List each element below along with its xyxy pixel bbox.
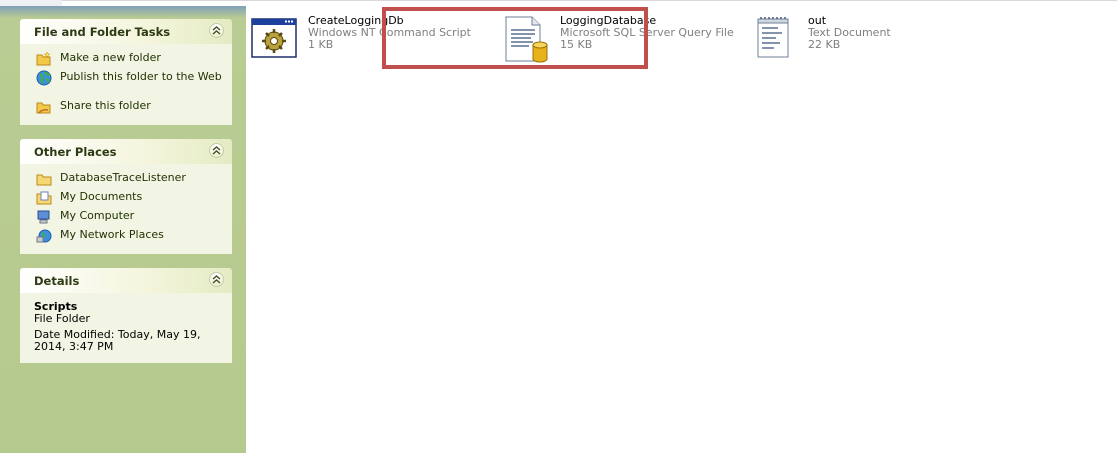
file-size: 22 KB (808, 38, 841, 51)
place-my-documents[interactable]: My Documents (20, 189, 232, 208)
details-item-type: File Folder (34, 312, 90, 325)
details-panel: Details Scripts File Folder Date Modifie… (20, 268, 232, 363)
task-label: Share this folder (60, 99, 151, 112)
place-my-network-places[interactable]: My Network Places (20, 227, 232, 246)
folder-icon (36, 174, 52, 186)
task-pane: File and Folder Tasks Make a new folder … (0, 6, 246, 453)
panel-title: Details (34, 274, 80, 288)
file-item-out[interactable]: out Text Document 22 KB (750, 15, 950, 65)
panel-title: File and Folder Tasks (34, 25, 171, 39)
my-computer-icon (37, 210, 50, 224)
highlight-box (382, 7, 648, 69)
text-document-icon (757, 17, 789, 58)
new-folder-icon (36, 51, 51, 66)
task-publish-to-web[interactable]: Publish this folder to the Web (20, 69, 232, 98)
task-share-folder[interactable]: Share this folder (20, 98, 232, 117)
collapse-chevron-icon[interactable] (209, 23, 224, 38)
my-documents-icon (36, 191, 52, 205)
other-places-panel: Other Places DatabaseTraceListener My Do… (20, 139, 232, 254)
place-label: My Network Places (60, 228, 164, 241)
details-body: Scripts File Folder Date Modified: Today… (20, 293, 232, 363)
share-folder-icon (36, 102, 51, 114)
file-size: 1 KB (308, 38, 334, 51)
details-date-modified: Date Modified: Today, May 19, 2014, 3:47… (34, 328, 201, 353)
collapse-chevron-icon[interactable] (209, 143, 224, 158)
file-folder-tasks-header[interactable]: File and Folder Tasks (20, 19, 232, 44)
publish-web-icon (36, 70, 52, 86)
other-places-header[interactable]: Other Places (20, 139, 232, 164)
other-places-body: DatabaseTraceListener My Documents My Co… (20, 164, 232, 254)
panel-title: Other Places (34, 145, 117, 159)
place-my-computer[interactable]: My Computer (20, 208, 232, 227)
network-places-icon (36, 229, 52, 243)
task-label: Publish this folder to the Web (60, 70, 222, 83)
task-make-new-folder[interactable]: Make a new folder (20, 50, 232, 69)
collapse-chevron-icon[interactable] (209, 272, 224, 287)
command-script-icon (251, 18, 297, 58)
file-folder-tasks-panel: File and Folder Tasks Make a new folder … (20, 19, 232, 125)
place-label: My Documents (60, 190, 143, 203)
file-folder-tasks-body: Make a new folder Publish this folder to… (20, 44, 232, 125)
place-label: My Computer (60, 209, 135, 222)
place-label: DatabaseTraceListener (60, 171, 186, 184)
window-top-border (0, 0, 1117, 1)
details-header[interactable]: Details (20, 268, 232, 293)
task-label: Make a new folder (60, 51, 161, 64)
place-databasetracelistener[interactable]: DatabaseTraceListener (20, 170, 232, 189)
